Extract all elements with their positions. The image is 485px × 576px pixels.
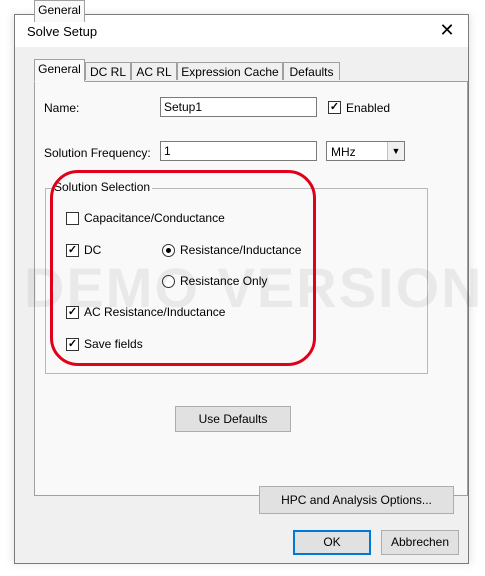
- name-label: Name:: [44, 101, 80, 115]
- radio-selected-dot: [166, 248, 171, 253]
- resistance-inductance-label: Resistance/Inductance: [180, 243, 302, 257]
- capacitance-conductance-label: Capacitance/Conductance: [84, 211, 225, 225]
- solution-selection-title: Solution Selection: [52, 180, 153, 194]
- dc-label: DC: [84, 243, 102, 257]
- frequency-unit-select[interactable]: MHz ▼: [326, 141, 405, 161]
- close-icon[interactable]: ✕: [436, 19, 458, 41]
- tab-dc-rl[interactable]: DC RL: [85, 62, 131, 80]
- name-input[interactable]: Setup1: [160, 97, 317, 117]
- enabled-label: Enabled: [346, 101, 391, 115]
- enabled-checkbox[interactable]: ✓: [328, 101, 341, 114]
- tab-ac-rl[interactable]: AC RL: [131, 62, 177, 80]
- hpc-analysis-options-button[interactable]: HPC and Analysis Options...: [259, 486, 454, 514]
- dc-checkbox[interactable]: ✓: [66, 244, 79, 257]
- dialog-title: Solve Setup: [27, 24, 98, 39]
- tab-general-active[interactable]: General: [34, 59, 85, 82]
- resistance-only-label: Resistance Only: [180, 274, 268, 288]
- use-defaults-button[interactable]: Use Defaults: [175, 406, 291, 432]
- tab-general[interactable]: General: [34, 0, 85, 22]
- solution-frequency-label: Solution Frequency:: [44, 146, 151, 160]
- chevron-down-icon[interactable]: ▼: [387, 142, 404, 160]
- ac-resistance-inductance-label: AC Resistance/Inductance: [84, 305, 226, 319]
- save-fields-checkbox[interactable]: ✓: [66, 338, 79, 351]
- ac-resistance-inductance-checkbox[interactable]: ✓: [66, 306, 79, 319]
- tab-expression-cache[interactable]: Expression Cache: [177, 62, 283, 80]
- solution-frequency-input[interactable]: 1: [160, 141, 317, 161]
- resistance-only-radio[interactable]: [162, 275, 175, 288]
- resistance-inductance-radio[interactable]: [162, 244, 175, 257]
- tab-defaults[interactable]: Defaults: [283, 62, 340, 80]
- capacitance-conductance-checkbox[interactable]: [66, 212, 79, 225]
- save-fields-label: Save fields: [84, 337, 143, 351]
- frequency-unit-value: MHz: [331, 145, 356, 159]
- ok-button[interactable]: OK: [293, 530, 371, 555]
- cancel-button[interactable]: Abbrechen: [381, 530, 459, 555]
